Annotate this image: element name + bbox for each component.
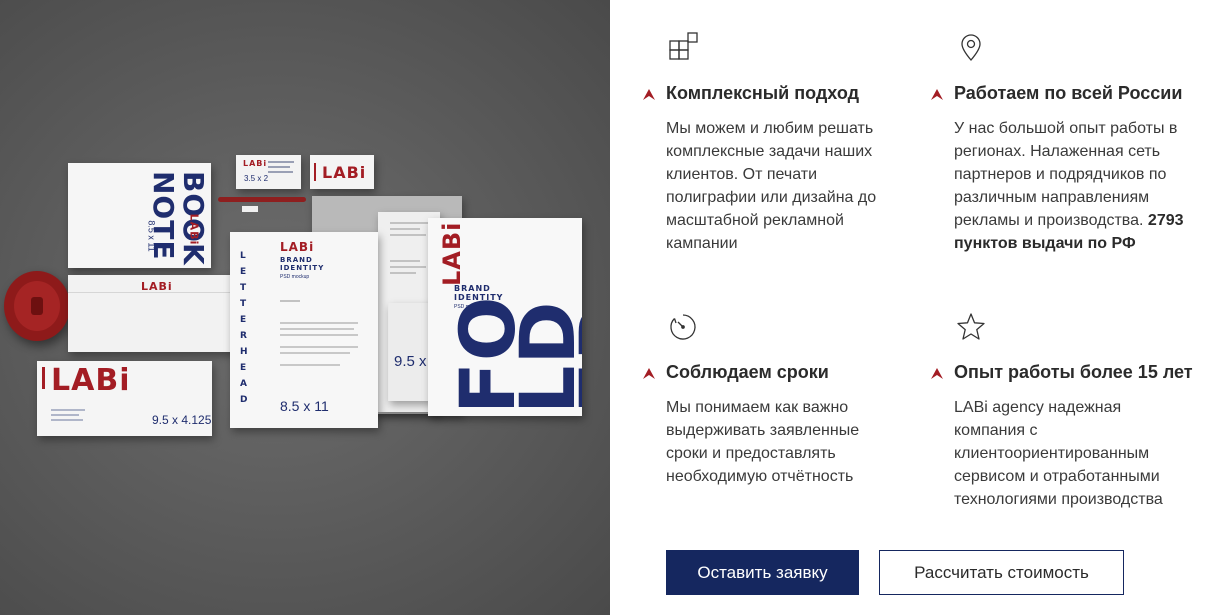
feature-description: Мы понимаем как важно выдерживать заявле… <box>666 399 860 485</box>
brand-mockup-image: NOTE BOOK LABi 8.5 x 11 LABi 3.5 x 2 LAB… <box>0 0 610 615</box>
feature-heading: Комплексный подход <box>642 83 859 104</box>
back-sheet-size: 9.5 x <box>394 353 427 370</box>
business-card-big: LABi <box>310 155 374 189</box>
coffee-cup <box>4 271 70 341</box>
card-size: 3.5 x 2 <box>244 174 269 183</box>
envelope-large: LABi 9.5 x 4.125 <box>37 361 212 436</box>
feature-title: Комплексный подход <box>666 83 860 103</box>
feature-heading: Соблюдаем сроки <box>642 362 829 383</box>
envelope-small: LABi <box>68 275 240 352</box>
feature-description: У нас большой опыт работы в регионах. На… <box>954 120 1184 252</box>
chevron-up-icon <box>931 88 943 100</box>
location-pin-icon <box>961 34 981 61</box>
business-card-small: LABi 3.5 x 2 <box>236 155 301 189</box>
notebook: NOTE BOOK LABi 8.5 x 11 <box>68 163 211 268</box>
feature-description: LABi agency надежная компания с клиентоо… <box>954 399 1163 508</box>
letterhead-brand: BRAND IDENTITY <box>280 256 325 272</box>
feature-heading: Опыт работы более 15 лет <box>930 362 1193 383</box>
star-icon <box>957 313 985 340</box>
folder-big-word: FOLDER <box>443 295 582 414</box>
chevron-up-icon <box>643 88 655 100</box>
card-big-logo: LABi <box>322 163 367 182</box>
chevron-up-icon <box>931 367 943 379</box>
letterhead-logo: LABi <box>280 240 315 254</box>
card-logo: LABi <box>243 159 268 168</box>
letterhead-vertical-text: LETTERHEAD <box>240 251 249 405</box>
blocks-icon <box>669 32 698 60</box>
letterhead-size: 8.5 x 11 <box>280 398 329 414</box>
feature-heading: Работаем по всей России <box>930 83 1182 104</box>
back-size-sheet: 9.5 x <box>388 303 432 401</box>
pen <box>218 197 306 202</box>
clock-icon <box>670 314 696 340</box>
letterhead: LABi BRAND IDENTITY PSD mockup LETTERHEA… <box>230 232 378 428</box>
notebook-logo: LABi <box>187 213 201 246</box>
feature-title: Работаем по всей России <box>954 83 1183 103</box>
envelope-large-size: 9.5 x 4.125 <box>152 413 212 427</box>
features-section: Комплексный подход Мы можем и любим реша… <box>610 0 1220 615</box>
folder: LABi BRAND IDENTITY PSD mockup FOLDER <box>428 218 582 416</box>
envelope-large-logo: LABi <box>51 363 131 398</box>
chevron-up-icon <box>643 367 655 379</box>
letterhead-sub: PSD mockup <box>280 274 310 280</box>
feature-description: Мы можем и любим решать комплексные зада… <box>666 120 877 252</box>
eraser <box>242 206 258 212</box>
notebook-size: 8.5 x 11 <box>146 220 157 252</box>
calculate-cost-button[interactable]: Рассчитать стоимость <box>879 550 1124 595</box>
feature-title: Соблюдаем сроки <box>666 362 829 382</box>
envelope-small-logo: LABi <box>141 280 173 293</box>
feature-title: Опыт работы более 15 лет <box>954 362 1193 382</box>
submit-request-button[interactable]: Оставить заявку <box>666 550 859 595</box>
